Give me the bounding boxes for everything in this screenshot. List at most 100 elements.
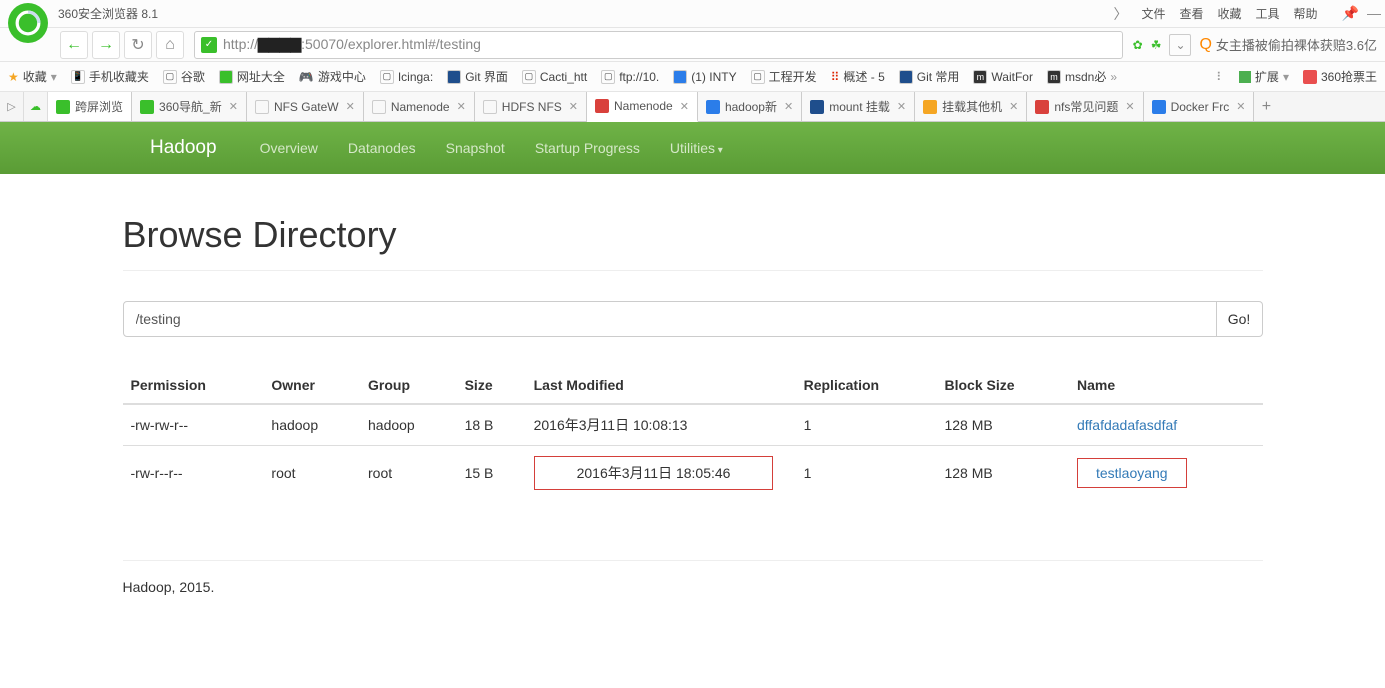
- menu-prev-icon[interactable]: 〉: [1113, 4, 1127, 24]
- bm-git-ui[interactable]: Git 界面: [447, 68, 508, 85]
- tab-crossscreen[interactable]: 跨屏浏览: [48, 92, 132, 121]
- bookmarks-bar: ★收藏 ▾ 📱手机收藏夹 ▢谷歌 网址大全 🎮游戏中心 ▢Icinga: Git…: [0, 62, 1385, 92]
- tab-item[interactable]: mount 挂载✕: [802, 92, 915, 121]
- bm-git-common[interactable]: Git 常用: [899, 68, 960, 85]
- bm-icinga[interactable]: ▢Icinga:: [380, 70, 433, 84]
- col-last-modified: Last Modified: [526, 367, 796, 404]
- extensions-button[interactable]: 扩展 ▾: [1239, 68, 1289, 85]
- globe-icon: [219, 70, 233, 84]
- bm-cacti[interactable]: ▢Cacti_htt: [522, 70, 587, 84]
- cell-size: 15 B: [457, 446, 526, 501]
- back-button[interactable]: ←: [60, 31, 88, 59]
- nav-overview[interactable]: Overview: [245, 140, 333, 156]
- bm-label: (1) INTY: [691, 70, 736, 84]
- tab-label: Namenode: [614, 99, 673, 113]
- tab-cloud-button[interactable]: ☁: [24, 92, 48, 121]
- brand-link[interactable]: Hadoop: [150, 137, 217, 159]
- tab-close-icon[interactable]: ✕: [569, 100, 578, 113]
- url-text: http://▇▇▇▇:50070/explorer.html#/testing: [223, 36, 481, 53]
- forward-button[interactable]: →: [92, 31, 120, 59]
- tab-item[interactable]: NFS GateW✕: [247, 92, 364, 121]
- tab-item[interactable]: Namenode ✕: [587, 92, 698, 122]
- bm-games[interactable]: 🎮游戏中心: [299, 68, 366, 85]
- bm-label: Git 界面: [465, 68, 508, 85]
- speed-icon[interactable]: ✿: [1133, 38, 1143, 52]
- tab-label: 挂载其他机: [942, 98, 1002, 115]
- search-icon: Q: [1199, 36, 1211, 54]
- tab-item[interactable]: 挂载其他机 ✕: [915, 92, 1027, 121]
- tab-item[interactable]: Namenode✕: [364, 92, 475, 121]
- tab-close-icon[interactable]: ✕: [897, 100, 906, 113]
- m-icon: m: [1047, 70, 1061, 84]
- tab-close-icon[interactable]: ✕: [680, 100, 689, 113]
- url-dropdown[interactable]: ⌄: [1169, 34, 1191, 56]
- menu-tools[interactable]: 工具: [1256, 5, 1280, 22]
- nav-startup[interactable]: Startup Progress: [520, 140, 655, 156]
- tab-close-icon[interactable]: ✕: [1236, 100, 1245, 113]
- bookmarks-more-icon[interactable]: ⠇: [1216, 70, 1225, 84]
- cell-replication: 1: [796, 404, 937, 446]
- path-input[interactable]: [123, 301, 1217, 337]
- tab-close-icon[interactable]: ✕: [457, 100, 466, 113]
- cell-group: hadoop: [360, 404, 457, 446]
- ticket-grab-button[interactable]: 360抢票王: [1303, 68, 1377, 85]
- tab-close-icon[interactable]: ✕: [229, 100, 238, 113]
- table-row: -rw-rw-r--hadoophadoop18 B2016年3月11日 10:…: [123, 404, 1263, 446]
- phone-icon: 📱: [71, 70, 85, 84]
- go-button[interactable]: Go!: [1217, 301, 1263, 337]
- bm-ftp[interactable]: ▢ftp://10.: [601, 70, 659, 84]
- pin-icon[interactable]: 📌: [1342, 5, 1359, 22]
- dots-icon: ⠿: [831, 70, 840, 84]
- tab-close-icon[interactable]: ✕: [346, 100, 355, 113]
- home-button[interactable]: ⌂: [156, 31, 184, 59]
- reload-button[interactable]: ↻: [124, 31, 152, 59]
- menu-view[interactable]: 查看: [1180, 5, 1204, 22]
- bm-inty[interactable]: (1) INTY: [673, 70, 736, 84]
- bm-urls[interactable]: 网址大全: [219, 68, 285, 85]
- tab-item[interactable]: HDFS NFS✕: [475, 92, 587, 121]
- tab-label: nfs常见问题: [1054, 98, 1118, 115]
- tab-label: 360导航_新: [159, 98, 222, 115]
- tab-label: hadoop新: [725, 98, 777, 115]
- bm-google[interactable]: ▢谷歌: [163, 68, 205, 85]
- bm-msdn[interactable]: mmsdn必»: [1047, 68, 1117, 85]
- badge-icon: [673, 70, 687, 84]
- menu-file[interactable]: 文件: [1141, 5, 1165, 22]
- url-host: ▇▇▇▇: [258, 36, 301, 52]
- eco-icon[interactable]: ☘: [1151, 38, 1162, 52]
- nav-snapshot[interactable]: Snapshot: [431, 140, 520, 156]
- minimize-icon[interactable]: —: [1367, 5, 1381, 22]
- menu-help[interactable]: 帮助: [1294, 5, 1318, 22]
- bm-dev[interactable]: ▢工程开发: [751, 68, 817, 85]
- nav-utilities[interactable]: Utilities: [655, 140, 738, 156]
- bm-waitfor[interactable]: mWaitFor: [973, 70, 1033, 84]
- tab-close-icon[interactable]: ✕: [784, 100, 793, 113]
- tab-favicon-icon: [706, 100, 720, 114]
- search-box[interactable]: Q 女主播被偷拍裸体获赔3.6亿: [1199, 35, 1377, 54]
- highlight-box: testlaoyang: [1077, 458, 1187, 488]
- page-container: Browse Directory Go! Permission Owner Gr…: [108, 174, 1278, 615]
- tab-item[interactable]: hadoop新 ✕: [698, 92, 802, 121]
- tab-item[interactable]: Docker Frc✕: [1144, 92, 1255, 121]
- menu-fav[interactable]: 收藏: [1218, 5, 1242, 22]
- cell-permission: -rw-rw-r--: [123, 404, 264, 446]
- tab-close-icon[interactable]: ✕: [1009, 100, 1018, 113]
- file-link[interactable]: dffafdadafasdfaf: [1077, 417, 1177, 433]
- shield-icon: ✓: [201, 37, 217, 53]
- file-link[interactable]: testlaoyang: [1096, 465, 1168, 481]
- url-bar[interactable]: ✓ http://▇▇▇▇:50070/explorer.html#/testi…: [194, 31, 1123, 59]
- bm-overview[interactable]: ⠿概述 - 5: [831, 68, 885, 85]
- tab-item[interactable]: 360导航_新 ✕: [132, 92, 247, 121]
- tab-favicon-icon: [923, 100, 937, 114]
- tab-item[interactable]: nfs常见问题 ✕: [1027, 92, 1143, 121]
- browser-logo-icon: [8, 3, 48, 43]
- bm-mobile[interactable]: 📱手机收藏夹: [71, 68, 149, 85]
- bm-label: Git 常用: [917, 68, 960, 85]
- tab-favicon-icon: [483, 100, 497, 114]
- cell-owner: hadoop: [263, 404, 360, 446]
- new-tab-button[interactable]: +: [1254, 92, 1278, 121]
- tab-close-icon[interactable]: ✕: [1125, 100, 1134, 113]
- bookmarks-button[interactable]: ★收藏 ▾: [8, 68, 57, 85]
- tab-history-button[interactable]: ▷: [0, 92, 24, 121]
- nav-datanodes[interactable]: Datanodes: [333, 140, 431, 156]
